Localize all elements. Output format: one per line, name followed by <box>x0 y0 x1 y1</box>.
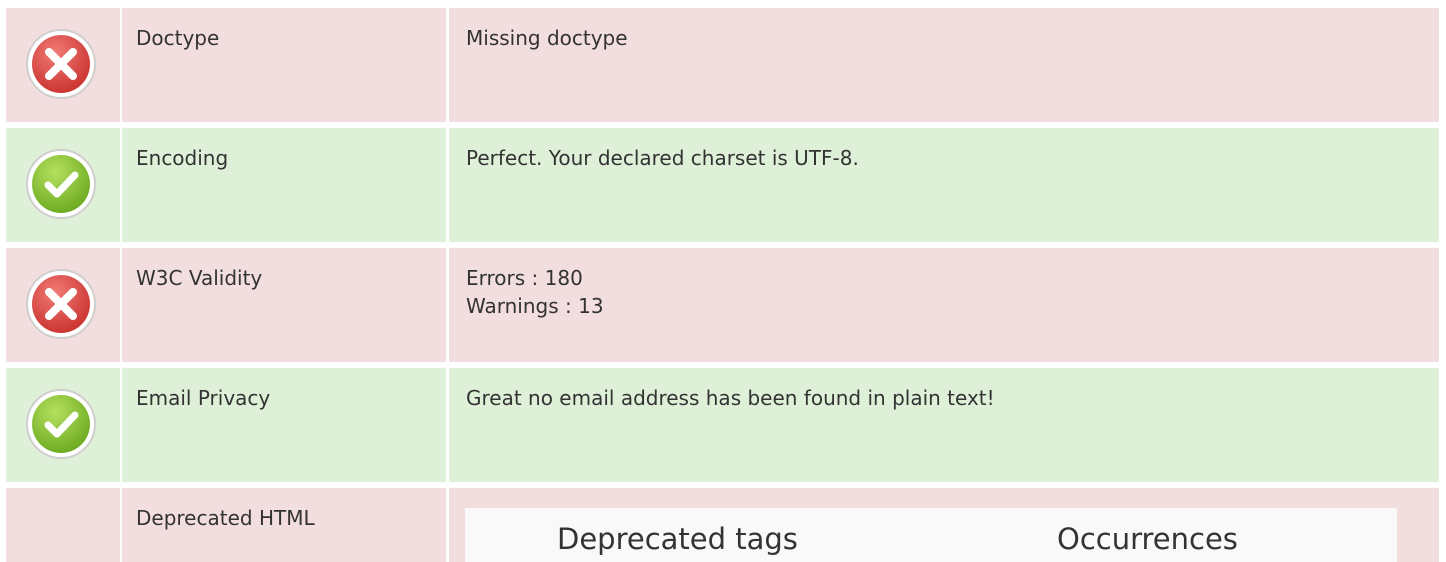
row-label-cell: W3C Validity <box>122 248 446 362</box>
status-cell <box>6 488 120 562</box>
row-value: Great no email address has been found in… <box>466 386 995 410</box>
check-icon <box>26 389 96 459</box>
row-value: Perfect. Your declared charset is UTF-8. <box>466 146 859 170</box>
status-cell <box>6 128 120 242</box>
row-email-privacy: Email Privacy Great no email address has… <box>0 368 1446 482</box>
row-doctype: Doctype Missing doctype <box>0 8 1446 122</box>
row-value: Missing doctype <box>466 26 628 50</box>
table-header-occurrences: Occurrences <box>1057 522 1238 556</box>
row-value-cell: Errors : 180 Warnings : 13 <box>449 248 1439 362</box>
row-deprecated-html: Deprecated HTML Deprecated tags Occurren… <box>0 488 1446 562</box>
row-w3c-validity: W3C Validity Errors : 180 Warnings : 13 <box>0 248 1446 362</box>
row-encoding: Encoding Perfect. Your declared charset … <box>0 128 1446 242</box>
row-label-cell: Encoding <box>122 128 446 242</box>
table-header-deprecated-tags: Deprecated tags <box>557 522 798 556</box>
row-value-cell: Missing doctype <box>449 8 1439 122</box>
status-cell <box>6 8 120 122</box>
row-label: W3C Validity <box>136 266 263 290</box>
status-cell <box>6 368 120 482</box>
status-cell <box>6 248 120 362</box>
row-label: Encoding <box>136 146 229 170</box>
row-label-cell: Deprecated HTML <box>122 488 446 562</box>
error-icon <box>26 269 96 339</box>
row-value-cell: Great no email address has been found in… <box>449 368 1439 482</box>
row-label-cell: Email Privacy <box>122 368 446 482</box>
row-value-cell: Perfect. Your declared charset is UTF-8. <box>449 128 1439 242</box>
check-icon <box>26 149 96 219</box>
warnings-count: Warnings : 13 <box>466 294 604 318</box>
row-label: Email Privacy <box>136 386 271 410</box>
seo-report: Doctype Missing doctype Encoding Perfect… <box>0 0 1446 562</box>
error-icon <box>26 29 96 99</box>
row-label-cell: Doctype <box>122 8 446 122</box>
row-label: Deprecated HTML <box>136 506 315 530</box>
errors-count: Errors : 180 <box>466 266 583 290</box>
row-label: Doctype <box>136 26 220 50</box>
deprecated-tags-table: Deprecated tags Occurrences <box>465 508 1397 562</box>
